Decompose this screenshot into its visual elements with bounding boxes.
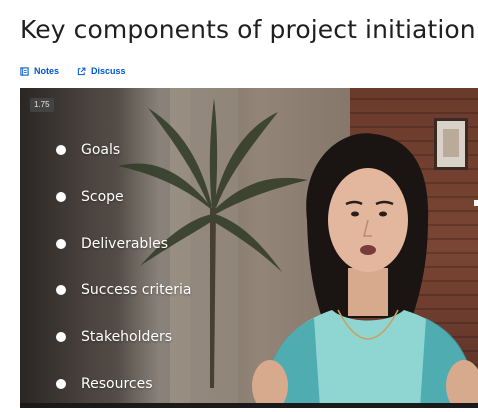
bullet-dot-icon	[56, 238, 66, 249]
instructor	[252, 133, 478, 408]
notes-button[interactable]: Notes	[20, 66, 59, 76]
bullet-text: Success criteria	[81, 282, 192, 299]
external-link-icon	[77, 67, 86, 76]
bullet-text: Resources	[81, 375, 153, 392]
playback-speed-badge[interactable]: 1.75	[30, 98, 54, 112]
bullet-dot-icon	[56, 145, 66, 155]
bullet-text: Stakeholders	[81, 329, 173, 346]
bullet-text: Deliverables	[81, 235, 169, 252]
slide-bullet-item: Goals	[56, 140, 191, 187]
slide-bullet-list: Goals Scope Deliverables Success criteri…	[56, 140, 191, 408]
slide-bullet-item: Stakeholders	[56, 327, 191, 374]
lecture-actions: Notes Discuss	[20, 64, 126, 78]
slide-bullet-item: Deliverables	[56, 234, 191, 281]
page-title: Key components of project initiation	[20, 15, 476, 44]
bullet-text: Scope	[81, 188, 124, 205]
bullet-dot-icon	[56, 191, 66, 202]
notes-icon	[20, 66, 29, 76]
video-player[interactable]: 1.75 Goals Scope Deliverables Success cr…	[20, 88, 478, 408]
slide-bullet-item: Scope	[56, 187, 191, 234]
slide-bullet-item: Success criteria	[56, 280, 191, 327]
bullet-dot-icon	[56, 332, 66, 343]
video-edge-indicator	[474, 200, 478, 206]
bullet-text: Goals	[81, 142, 121, 158]
bullet-dot-icon	[56, 378, 66, 389]
notes-label: Notes	[34, 66, 60, 76]
discuss-button[interactable]: Discuss	[77, 66, 126, 76]
bullet-dot-icon	[56, 285, 66, 296]
video-control-bar[interactable]	[20, 403, 478, 408]
lecture-page: Key components of project initiation Not…	[0, 0, 478, 412]
discuss-label: Discuss	[91, 66, 126, 76]
